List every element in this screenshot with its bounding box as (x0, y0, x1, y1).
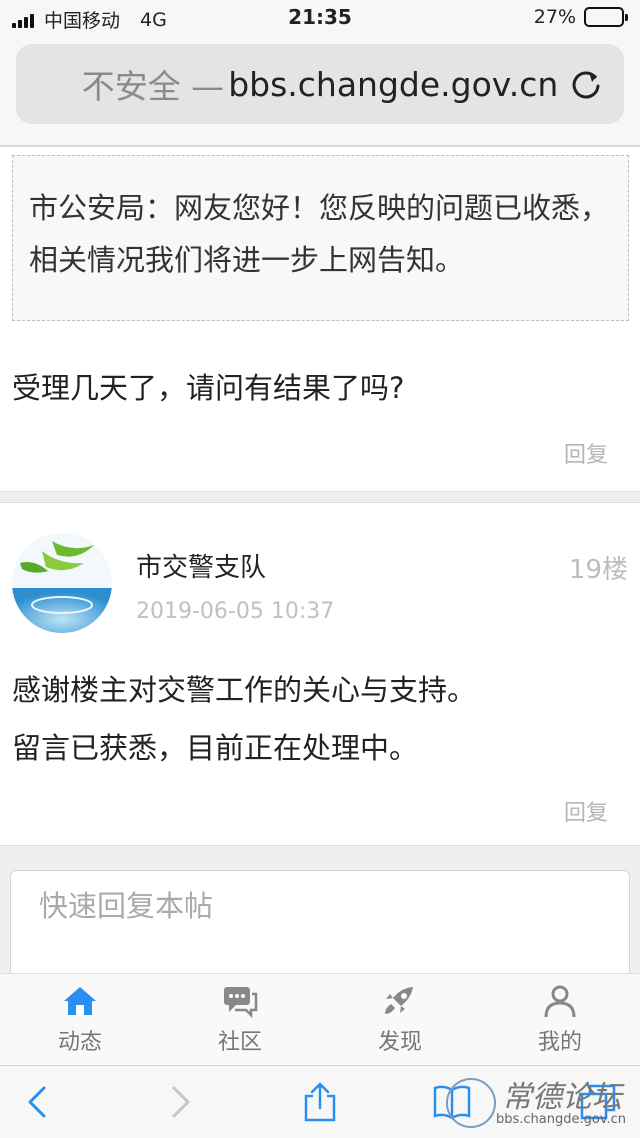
tab-discover[interactable]: 发现 (320, 974, 480, 1065)
forward-icon[interactable] (160, 1082, 200, 1122)
battery-percent: 27% (533, 6, 576, 28)
site-watermark: 常德论坛 bbs.changde.gov.cn (446, 1072, 626, 1134)
watermark-text: 常德论坛 (502, 1080, 622, 1115)
quoted-reply: 市公安局：网友您好！您反映的问题已收悉，相关情况我们将进一步上网告知。 (12, 155, 629, 321)
avatar[interactable] (12, 533, 112, 633)
browser-header: 不安全 — bbs.changde.gov.cn (0, 36, 640, 146)
tab-mine[interactable]: 我的 (480, 974, 640, 1065)
tab-label: 我的 (537, 1030, 582, 1055)
post-content: 受理几天了，请问有结果了吗? (12, 371, 405, 405)
insecure-label: 不安全 — (81, 67, 225, 106)
watermark-url: bbs.changde.gov.cn (496, 1112, 627, 1127)
address-bar[interactable]: 不安全 — bbs.changde.gov.cn (16, 44, 624, 124)
battery-icon (584, 7, 628, 27)
back-icon[interactable] (18, 1082, 58, 1122)
post-card-floor-19: 市交警支队 19楼 2019-06-05 10:37 感谢楼主对交警工作的关心与… (0, 502, 640, 846)
reply-button[interactable]: 回复 (564, 795, 608, 827)
avatar-image (12, 533, 112, 633)
post-content-line-1: 感谢楼主对交警工作的关心与支持。 (12, 673, 477, 707)
reply-button[interactable]: 回复 (564, 437, 608, 469)
share-icon[interactable] (300, 1082, 340, 1122)
rocket-icon (385, 987, 413, 1014)
post-content-line-2: 留言已获悉，目前正在处理中。 (12, 731, 419, 765)
post-card-previous: 市公安局：网友您好！您反映的问题已收悉，相关情况我们将进一步上网告知。 受理几天… (0, 146, 640, 492)
author-name[interactable]: 市交警支队 (136, 547, 266, 584)
tab-label: 发现 (377, 1030, 422, 1055)
person-icon (544, 985, 576, 1018)
tab-label: 社区 (217, 1030, 262, 1055)
home-icon (64, 987, 96, 1015)
url-domain: bbs.changde.gov.cn (228, 64, 559, 104)
app-tab-bar: 动态 社区 发现 我的 (0, 973, 640, 1065)
watermark-seal-icon (446, 1078, 496, 1128)
battery-status: 27% (533, 6, 628, 28)
chat-icon (224, 987, 258, 1018)
post-date: 2019-06-05 10:37 (136, 599, 335, 624)
floor-number: 19楼 (568, 555, 628, 585)
tab-dynamic[interactable]: 动态 (0, 974, 160, 1065)
tab-community[interactable]: 社区 (160, 974, 320, 1065)
reload-icon[interactable] (568, 66, 604, 102)
status-bar: 中国移动 4G 21:35 27% (0, 0, 640, 36)
tab-label: 动态 (57, 1030, 102, 1055)
